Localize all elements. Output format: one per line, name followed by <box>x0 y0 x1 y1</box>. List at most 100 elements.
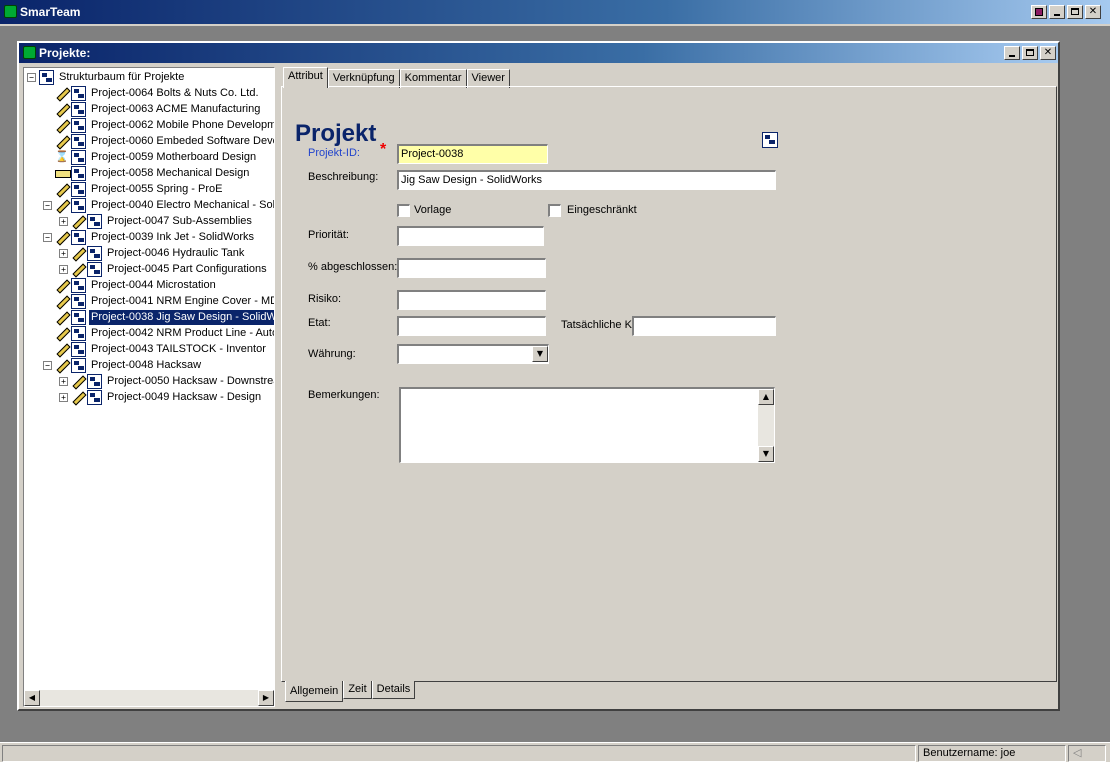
system-menu-icon[interactable] <box>1031 5 1047 19</box>
pencil-icon <box>55 326 69 340</box>
tatsaechliche-kosten-field[interactable] <box>632 316 776 336</box>
tree-item[interactable]: − Project-0040 Electro Mechanical - Solic <box>43 197 275 213</box>
close-button[interactable]: ✕ <box>1085 5 1101 19</box>
tab-zeit[interactable]: Zeit <box>343 681 372 699</box>
child-close-button[interactable]: ✕ <box>1040 46 1056 60</box>
waehrung-label: Währung: <box>308 348 356 360</box>
pencil-icon <box>55 230 69 244</box>
tree-item-label: Project-0045 Part Configurations <box>107 262 267 275</box>
chevron-down-icon[interactable]: ▼ <box>532 346 548 362</box>
project-type-icon[interactable] <box>762 132 778 148</box>
child-maximize-button[interactable] <box>1022 46 1038 60</box>
app-title-bar[interactable]: SmarTeam ✕ <box>0 0 1110 24</box>
tab-allgemein[interactable]: Allgemein <box>285 681 344 702</box>
project-icon <box>71 341 86 357</box>
tree-item[interactable]: − Project-0039 Ink Jet - SolidWorks <box>43 229 256 245</box>
pencil-icon <box>71 390 85 404</box>
tree-item[interactable]: Project-0044 Microstation <box>43 277 218 293</box>
minimize-button[interactable] <box>1049 5 1065 19</box>
tree-root[interactable]: − Strukturbaum für Projekte <box>27 69 186 85</box>
tree-item[interactable]: Project-0043 TAILSTOCK - Inventor <box>43 341 268 357</box>
smarteam-app-icon <box>23 46 36 59</box>
app-window-controls: ✕ <box>1031 5 1101 19</box>
child-minimize-button[interactable] <box>1004 46 1020 60</box>
textarea-vertical-scrollbar[interactable]: ▲ ▼ <box>758 389 774 462</box>
tree-item-label: Project-0059 Motherboard Design <box>91 150 257 163</box>
tree-item[interactable]: Project-0063 ACME Manufacturing <box>43 101 262 117</box>
expand-icon[interactable]: + <box>59 376 68 386</box>
tree-item[interactable]: ⌛ Project-0059 Motherboard Design <box>43 149 258 165</box>
tree-horizontal-scrollbar[interactable]: ◀ ▶ <box>24 690 274 706</box>
project-icon <box>71 325 86 341</box>
prioritaet-field[interactable] <box>397 226 544 246</box>
scroll-up-icon[interactable]: ▲ <box>758 389 774 405</box>
risiko-label: Risiko: <box>308 293 342 305</box>
tree-root-label: Strukturbaum für Projekte <box>59 70 185 83</box>
maximize-button[interactable] <box>1067 5 1083 19</box>
tree-item[interactable]: + Project-0047 Sub-Assemblies <box>59 213 254 229</box>
waehrung-select[interactable]: ▼ <box>397 344 549 364</box>
tab-details[interactable]: Details <box>371 681 416 699</box>
scroll-right-icon[interactable]: ▶ <box>258 690 274 706</box>
pencil-icon <box>55 310 69 324</box>
projects-window-title-bar[interactable]: Projekte: ✕ <box>19 43 1058 63</box>
pencil-icon <box>71 374 85 388</box>
tree-item-label: Project-0055 Spring - ProE <box>91 182 223 195</box>
pencil-icon <box>71 246 85 260</box>
abgeschlossen-field[interactable] <box>397 258 546 278</box>
projects-window-title: Projekte: <box>39 46 91 60</box>
project-icon <box>71 133 86 149</box>
collapse-icon[interactable]: − <box>43 200 52 210</box>
project-icon <box>71 149 86 165</box>
eingeschraenkt-checkbox[interactable] <box>548 204 561 217</box>
tree-item[interactable]: Project-0055 Spring - ProE <box>43 181 224 197</box>
tree-item[interactable]: Project-0062 Mobile Phone Developme <box>43 117 274 133</box>
bemerkungen-textarea[interactable]: ▲ ▼ <box>399 387 775 463</box>
expand-icon[interactable]: + <box>59 216 68 226</box>
projekt-id-label: Projekt-ID: <box>308 147 360 159</box>
tree-item[interactable]: Project-0064 Bolts & Nuts Co. Ltd. <box>43 85 261 101</box>
scroll-down-icon[interactable]: ▼ <box>758 446 774 462</box>
scroll-left-icon[interactable]: ◀ <box>24 690 40 706</box>
tree-item[interactable]: + Project-0050 Hacksaw - Downstrea <box>59 373 274 389</box>
expand-icon[interactable]: + <box>59 248 68 258</box>
tree-item[interactable]: + Project-0049 Hacksaw - Design <box>59 389 263 405</box>
tree-item[interactable]: Project-0060 Embeded Software Devel <box>43 133 274 149</box>
vorlage-label: Vorlage <box>414 204 452 216</box>
project-tree[interactable]: − Strukturbaum für Projekte Project-0064… <box>23 67 275 707</box>
tree-item[interactable]: − Project-0048 Hacksaw <box>43 357 203 373</box>
beschreibung-field[interactable]: Jig Saw Design - SolidWorks <box>397 170 776 190</box>
tree-item-label: Project-0040 Electro Mechanical - Solic <box>91 198 275 211</box>
bottom-tab-strip: Allgemein Zeit Details <box>285 681 416 702</box>
tree-item[interactable]: Project-0042 NRM Product Line - Auto( <box>43 325 274 341</box>
etat-label: Etat: <box>308 317 331 329</box>
collapse-icon[interactable]: − <box>27 72 36 82</box>
prioritaet-label: Priorität: <box>308 229 349 241</box>
folder-project-icon <box>71 85 86 101</box>
tatsaechliche-kosten-label: Tatsächliche K <box>561 319 632 331</box>
etat-field[interactable] <box>397 316 546 336</box>
collapse-icon[interactable]: − <box>43 232 52 242</box>
tree-item-label: Project-0043 TAILSTOCK - Inventor <box>91 342 266 355</box>
tree-item-label: Project-0063 ACME Manufacturing <box>91 102 261 115</box>
projekt-id-field[interactable]: Project-0038 <box>397 144 548 164</box>
tree-item[interactable]: Project-0041 NRM Engine Cover - MDT <box>43 293 274 309</box>
resize-grip-icon[interactable]: ◁ <box>1068 745 1106 762</box>
risiko-field[interactable] <box>397 290 546 310</box>
project-icon <box>71 229 86 245</box>
tree-item[interactable]: + Project-0045 Part Configurations <box>59 261 269 277</box>
tree-item[interactable]: Project-0038 Jig Saw Design - SolidWo <box>43 309 274 325</box>
smarteam-app-icon <box>4 5 17 18</box>
tree-item[interactable]: Project-0058 Mechanical Design <box>43 165 251 181</box>
pencil-icon <box>55 198 69 212</box>
tree-item-label: Project-0064 Bolts & Nuts Co. Ltd. <box>91 86 259 99</box>
tab-attribut[interactable]: Attribut <box>283 67 328 88</box>
collapse-icon[interactable]: − <box>43 360 52 370</box>
expand-icon[interactable]: + <box>59 392 68 402</box>
vorlage-checkbox[interactable] <box>397 204 410 217</box>
expand-icon[interactable]: + <box>59 264 68 274</box>
project-icon <box>87 389 102 405</box>
tree-item[interactable]: + Project-0046 Hydraulic Tank <box>59 245 246 261</box>
attribute-tab-panel: Projekt Projekt-ID: * Project-0038 Besch… <box>281 86 1057 682</box>
folder-project-icon <box>71 101 86 117</box>
